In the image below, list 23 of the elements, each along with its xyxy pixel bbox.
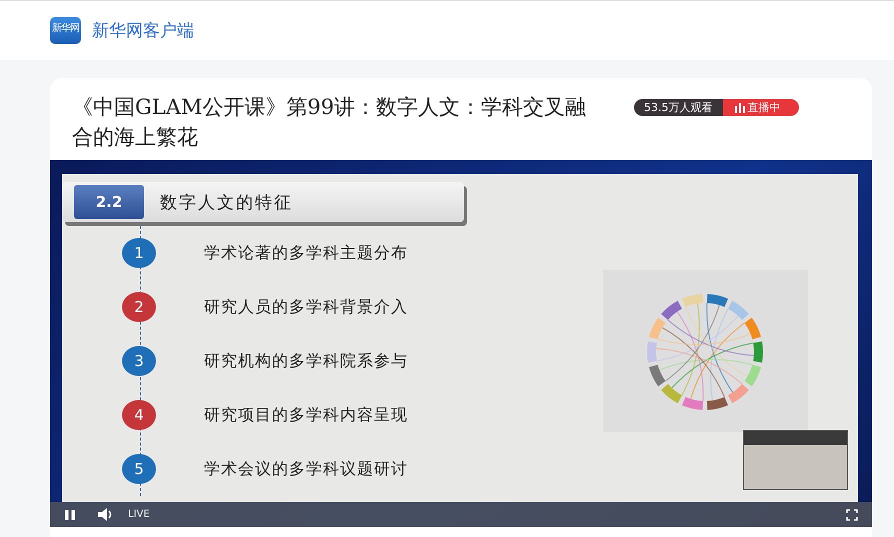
slide-point: 学术论著的多学科主题分布: [204, 242, 408, 264]
number-circle: 4: [122, 400, 156, 430]
bars-icon: [734, 102, 744, 112]
slide-point: 研究项目的多学科内容呈现: [204, 404, 408, 426]
live-label: LIVE: [128, 509, 150, 520]
app-logo: 新华网: [50, 17, 81, 44]
article-title: 《中国GLAM公开课》第99讲：数字人文：学科交叉融合的海上繁花: [72, 94, 588, 151]
slide-point: 学术会议的多学科议题研讨: [204, 458, 408, 480]
number-circle: 5: [122, 454, 156, 484]
number-circle: 1: [122, 238, 156, 268]
slide-heading: 数字人文的特征: [160, 192, 293, 214]
fullscreen-icon[interactable]: [846, 508, 858, 520]
video-player[interactable]: 2.2 数字人文的特征 1 学术论著的多学科主题分布 2 研究人员的多学科背景介入 3 研究机构的多学科院系参与 4 研究项目的多学科内容呈现 5 学术会议的多学科议题研讨 LIVE: [50, 160, 872, 527]
slide-point: 研究机构的多学科院系参与: [204, 350, 408, 372]
live-badge: 直播中: [722, 99, 798, 116]
viewer-count: 53.5万人观看: [634, 99, 722, 116]
app-name: 新华网客户端: [92, 20, 194, 42]
pause-icon[interactable]: [64, 508, 76, 520]
number-circle: 3: [122, 346, 156, 376]
number-circle: 2: [122, 292, 156, 322]
volume-icon[interactable]: [98, 508, 114, 521]
section-number: 2.2: [74, 185, 144, 219]
slide-point: 研究人员的多学科背景介入: [204, 296, 408, 318]
